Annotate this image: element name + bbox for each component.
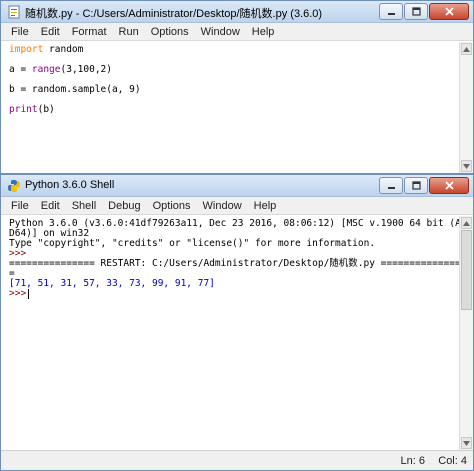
close-icon: [444, 181, 454, 190]
maximize-icon: [411, 7, 421, 16]
shell-menu-options[interactable]: Options: [147, 200, 197, 212]
code-text: (b): [37, 104, 55, 115]
shell-title: Python 3.6.0 Shell: [25, 179, 115, 191]
active-prompt-line[interactable]: >>>: [9, 289, 459, 299]
python-logo-icon: [8, 180, 20, 192]
shell-prompt: >>>: [9, 288, 27, 299]
scroll-down-button[interactable]: [461, 437, 472, 449]
shell-titlebar[interactable]: Python 3.6.0 Shell: [1, 175, 473, 197]
editor-text-area[interactable]: import random a = range(3,100,2) b = ran…: [1, 42, 459, 173]
editor-menu-options[interactable]: Options: [145, 26, 195, 38]
scroll-down-button[interactable]: [461, 160, 472, 172]
shell-window-controls: [379, 177, 469, 194]
code-line: print(b): [9, 105, 459, 115]
program-output: [71, 51, 31, 57, 33, 73, 99, 91, 77]: [9, 278, 215, 289]
column-number-indicator: Col: 4: [438, 455, 467, 467]
maximize-icon: [411, 181, 421, 190]
editor-menu-window[interactable]: Window: [195, 26, 246, 38]
code-text: (3,100,2): [60, 64, 112, 75]
builtin-print: print: [9, 104, 38, 115]
shell-vertical-scrollbar[interactable]: [459, 216, 473, 450]
text-cursor: [28, 289, 30, 299]
shell-window: Python 3.6.0 Shell File Edit Shell Debug…: [0, 174, 474, 471]
arrow-up-icon: [463, 46, 470, 52]
shell-text-area[interactable]: Python 3.6.0 (v3.6.0:41df79263a11, Dec 2…: [1, 216, 459, 450]
line-number-indicator: Ln: 6: [400, 455, 425, 467]
code-text: b = random.sample(a, 9): [9, 84, 141, 95]
shell-menu-file[interactable]: File: [5, 200, 35, 212]
editor-title: 随机数.py - C:/Users/Administrator/Desktop/…: [25, 8, 323, 20]
restart-line: =============== RESTART: C:/Users/Admini…: [9, 258, 459, 269]
shell-minimize-button[interactable]: [379, 177, 403, 194]
close-icon: [444, 7, 454, 16]
shell-menu-help[interactable]: Help: [248, 200, 283, 212]
arrow-down-icon: [463, 440, 470, 446]
scroll-up-button[interactable]: [461, 217, 472, 229]
shell-menu-edit[interactable]: Edit: [35, 200, 66, 212]
minimize-icon: [387, 187, 395, 189]
keyword-import: import: [9, 44, 44, 55]
editor-menu-run[interactable]: Run: [113, 26, 145, 38]
code-text: a =: [9, 64, 32, 75]
editor-minimize-button[interactable]: [379, 3, 403, 20]
builtin-range: range: [31, 64, 61, 75]
minimize-icon: [387, 13, 395, 15]
editor-titlebar[interactable]: 随机数.py - C:/Users/Administrator/Desktop/…: [1, 1, 473, 23]
python-file-icon: [8, 5, 20, 19]
editor-menu-help[interactable]: Help: [246, 26, 281, 38]
editor-close-button[interactable]: [429, 3, 469, 20]
editor-window: 随机数.py - C:/Users/Administrator/Desktop/…: [0, 0, 474, 174]
shell-statusbar: Ln: 6 Col: 4: [1, 450, 473, 470]
shell-menu-shell[interactable]: Shell: [66, 200, 102, 212]
code-line: b = random.sample(a, 9): [9, 85, 459, 95]
arrow-up-icon: [463, 220, 470, 226]
shell-menubar: File Edit Shell Debug Options Window Hel…: [1, 197, 473, 215]
editor-menubar: File Edit Format Run Options Window Help: [1, 23, 473, 41]
code-text: random: [43, 44, 84, 55]
editor-window-controls: [379, 3, 469, 20]
shell-close-button[interactable]: [429, 177, 469, 194]
arrow-down-icon: [463, 163, 470, 169]
banner-line: Type "copyright", "credits" or "license(…: [9, 238, 376, 249]
code-line: import random: [9, 45, 459, 55]
shell-menu-debug[interactable]: Debug: [102, 200, 146, 212]
editor-vertical-scrollbar[interactable]: [459, 42, 473, 173]
scroll-up-button[interactable]: [461, 43, 472, 55]
scroll-thumb[interactable]: [461, 230, 472, 310]
editor-maximize-button[interactable]: [404, 3, 428, 20]
editor-menu-edit[interactable]: Edit: [35, 26, 66, 38]
shell-maximize-button[interactable]: [404, 177, 428, 194]
editor-menu-format[interactable]: Format: [66, 26, 113, 38]
editor-menu-file[interactable]: File: [5, 26, 35, 38]
code-line: a = range(3,100,2): [9, 65, 459, 75]
shell-menu-window[interactable]: Window: [197, 200, 248, 212]
